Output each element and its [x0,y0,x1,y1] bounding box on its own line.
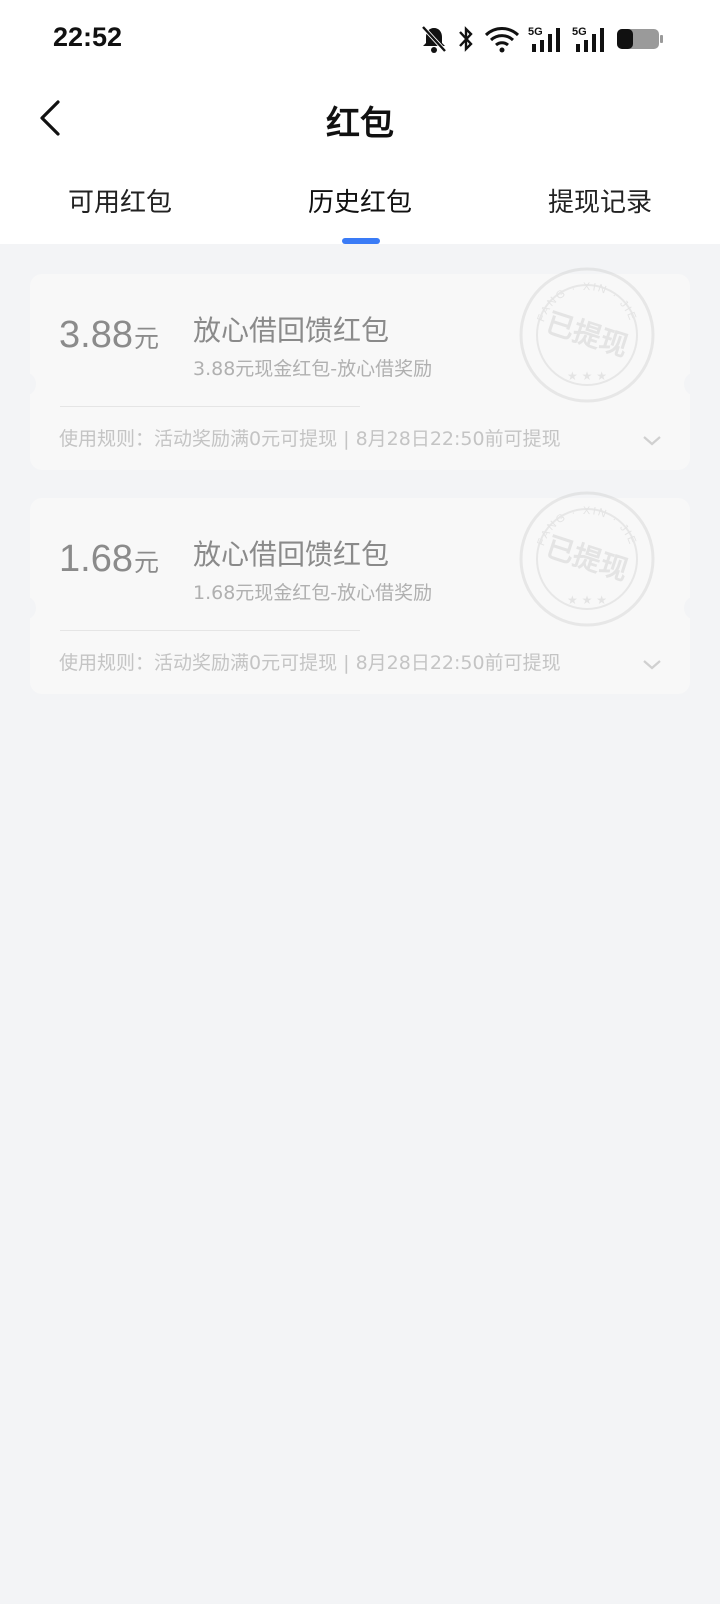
usage-rule: 使用规则：活动奖励满0元可提现 | 8月28日22:50前可提现 [59,428,561,450]
amount: 3.88元 [59,314,159,357]
withdrawn-stamp: FANG · XIN · JIE 已提现 ★ ★ ★ [519,267,655,403]
svg-text:★ ★ ★: ★ ★ ★ [567,593,607,607]
usage-rule: 使用规则：活动奖励满0元可提现 | 8月28日22:50前可提现 [59,652,561,674]
amount-unit: 元 [133,549,159,577]
status-time: 22:52 [53,22,123,52]
battery-icon [617,29,663,49]
status-bar: 22:52 5G 5G 34 [0,0,720,82]
card-subtitle: 1.68元现金红包-放心借奖励 [193,582,433,604]
signal-5g-icon: 5G [572,26,604,52]
mute-icon [421,25,447,53]
header: 红包 可用红包 历史红包 提现记录 [0,82,720,244]
svg-text:5G: 5G [528,26,543,38]
svg-text:已提现: 已提现 [542,306,632,363]
divider [60,630,360,631]
tab-available[interactable]: 可用红包 [68,182,172,219]
wifi-icon [484,27,520,53]
status-icons: 5G 5G 34 [420,24,720,58]
amount-value: 1.68 [59,538,133,580]
card-notch [684,372,696,396]
amount: 1.68元 [59,538,159,581]
card-notch [684,596,696,620]
chevron-down-icon[interactable] [642,658,662,672]
red-packet-card[interactable]: 3.88元 放心借回馈红包 3.88元现金红包-放心借奖励 使用规则：活动奖励满… [24,267,696,470]
card-notch [24,596,36,620]
tab-withdraw-record[interactable]: 提现记录 [548,182,652,219]
page-title: 红包 [326,104,394,144]
card-title: 放心借回馈红包 [193,538,390,571]
chevron-down-icon[interactable] [642,434,662,448]
svg-text:★ ★ ★: ★ ★ ★ [567,369,607,383]
tab-indicator [342,238,380,244]
svg-text:已提现: 已提现 [542,530,632,587]
red-packet-card[interactable]: 1.68元 放心借回馈红包 1.68元现金红包-放心借奖励 使用规则：活动奖励满… [24,491,696,694]
card-title: 放心借回馈红包 [193,314,390,347]
signal-5g-icon: 5G [528,26,560,52]
card-notch [24,372,36,396]
withdrawn-stamp: FANG · XIN · JIE 已提现 ★ ★ ★ [519,491,655,627]
divider [60,406,360,407]
amount-value: 3.88 [59,314,133,356]
amount-unit: 元 [133,325,159,353]
battery-level: 34 [673,30,691,47]
svg-text:5G: 5G [572,26,587,38]
bluetooth-icon [459,26,473,52]
card-subtitle: 3.88元现金红包-放心借奖励 [193,358,433,380]
tab-history[interactable]: 历史红包 [308,182,412,219]
